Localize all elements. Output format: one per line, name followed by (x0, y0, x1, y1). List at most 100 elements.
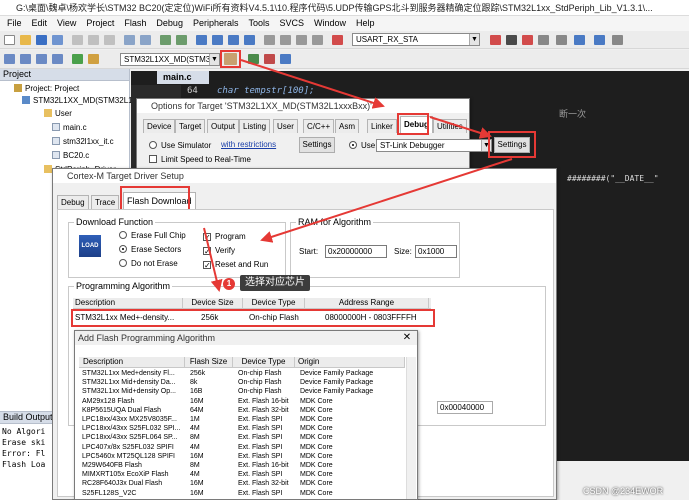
select-packs-icon[interactable] (280, 54, 291, 64)
search-combo[interactable]: USART_RX_STA ▼ (352, 33, 480, 46)
flash-col-origin[interactable]: Origin (295, 357, 405, 367)
batch-build-icon[interactable] (52, 54, 63, 64)
tree-item-bc20-c[interactable]: BC20.c (52, 151, 89, 161)
menu-project[interactable]: Project (81, 16, 119, 31)
tab-listing[interactable]: Listing (239, 119, 271, 133)
uncomment-icon[interactable] (312, 35, 323, 45)
flash-table-row[interactable]: RC28F640J3x Dual Flash 16M Ext. Flash 32-b… (80, 479, 404, 488)
save-all-icon[interactable] (52, 35, 63, 45)
tab-user[interactable]: User (273, 119, 298, 133)
close-icon[interactable]: ✕ (401, 332, 413, 344)
outdent-icon[interactable] (280, 35, 291, 45)
program-check[interactable]: ✓ Program (203, 232, 246, 242)
menu-flash[interactable]: Flash (119, 16, 151, 31)
nav-back-icon[interactable] (160, 35, 171, 45)
flash-table-row[interactable]: STM32L1xx Mid+density Op... 16B On-chip Fl… (80, 387, 404, 396)
bookmark-next-icon[interactable] (228, 35, 239, 45)
insert-breakpoint-icon[interactable] (538, 35, 549, 45)
menu-svcs[interactable]: SVCS (275, 16, 310, 31)
menu-help[interactable]: Help (351, 16, 380, 31)
flash-table-scrollbar[interactable] (406, 357, 416, 499)
flash-table-row[interactable]: LPC5460x MT25QL128 SPIFI 16M Ext. Flash SP… (80, 452, 404, 461)
manage-components-icon[interactable] (248, 54, 259, 64)
bookmark-clear-icon[interactable] (244, 35, 255, 45)
comment-icon[interactable] (296, 35, 307, 45)
chevron-down-icon[interactable]: ▼ (469, 34, 479, 45)
menu-tools[interactable]: Tools (243, 16, 274, 31)
settings-button-left[interactable]: Settings (299, 137, 335, 153)
flash-table-row[interactable]: M29W640FB Flash 8M Ext. Flash 16-bit MDK Co… (80, 461, 404, 470)
target-combo[interactable]: STM32L1XX_MD(STM32L1 ▼ (120, 53, 220, 66)
window-config-icon[interactable] (574, 35, 585, 45)
nav-forward-icon[interactable] (176, 35, 187, 45)
find-icon[interactable] (490, 35, 501, 45)
flash-table-row[interactable]: S25FL128S_V2C 16M Ext. Flash SPI MDK Core (80, 489, 404, 498)
new-file-icon[interactable] (4, 35, 15, 45)
ram-size-input[interactable]: 0x1000 (415, 245, 457, 258)
translate-icon[interactable] (4, 54, 15, 64)
flash-table-row[interactable]: LPC407x/8x S25FL032 SPIFI 4M Ext. Flash SP… (80, 443, 404, 452)
flash-table-row[interactable]: K8P5615UQA Dual Flash 64M Ext. Flash 32-bi… (80, 406, 404, 415)
flash-table-row[interactable]: STM32L1xx Mid+density Da... 8k On-chip Fla… (80, 378, 404, 387)
flash-col-size[interactable]: Flash Size (185, 357, 233, 367)
col-device-type[interactable]: Device Type (243, 298, 305, 308)
enable-breakpoint-icon[interactable] (556, 35, 567, 45)
use-simulator-radio[interactable]: Use Simulator (149, 141, 211, 151)
tab-linker[interactable]: Linker (367, 119, 397, 133)
chevron-down-icon[interactable]: ▼ (209, 54, 219, 65)
bookmark-prev-icon[interactable] (212, 35, 223, 45)
menu-file[interactable]: File (2, 16, 27, 31)
with-restrictions-link[interactable]: with restrictions (221, 140, 276, 149)
layout-icon[interactable] (594, 35, 605, 45)
menu-edit[interactable]: Edit (27, 16, 53, 31)
tree-item-project[interactable]: Project: Project (14, 84, 79, 94)
flash-table-row[interactable]: STM32L1xx Med+density Fl... 256k On-chip F… (80, 369, 404, 378)
stop-build-icon[interactable] (88, 54, 99, 64)
undo-icon[interactable] (124, 35, 135, 45)
tree-item-user-folder[interactable]: User (44, 109, 72, 119)
paste-icon[interactable] (104, 35, 115, 45)
use-debugger-radio[interactable]: Use: (349, 141, 377, 151)
flash-table-row[interactable]: LPC18xx/43xx MX25V8035F... 1M Ext. Flash S… (80, 415, 404, 424)
build-icon[interactable] (20, 54, 31, 64)
verify-check[interactable]: ✓ Verify (203, 246, 235, 256)
menu-view[interactable]: View (52, 16, 81, 31)
tab-trace[interactable]: Trace (91, 195, 120, 209)
limit-speed-check[interactable]: Limit Speed to Real-Time (149, 155, 251, 165)
tab-output[interactable]: Output (207, 119, 240, 133)
tree-item-target[interactable]: STM32L1XX_MD(STM32L1... (22, 96, 139, 106)
debug-start-icon[interactable] (522, 35, 533, 45)
flash-col-type[interactable]: Device Type (233, 357, 295, 367)
flash-table-row[interactable]: AM29x128 Flash 16M Ext. Flash 16-bit MDK Co… (80, 397, 404, 406)
cut-icon[interactable] (72, 35, 83, 45)
download-icon[interactable] (72, 54, 83, 64)
copy-icon[interactable] (88, 35, 99, 45)
menu-window[interactable]: Window (309, 16, 351, 31)
debugger-select[interactable]: ST-Link Debugger ▼ (376, 139, 492, 152)
save-icon[interactable] (36, 35, 47, 45)
bookmark-icon[interactable] (196, 35, 207, 45)
erase-full-chip-radio[interactable]: Erase Full Chip (119, 231, 186, 241)
tools-icon[interactable] (612, 35, 623, 45)
tab-cortex-debug[interactable]: Debug (57, 195, 89, 209)
col-address-range[interactable]: Address Range (305, 298, 429, 308)
indent-icon[interactable] (264, 35, 275, 45)
col-device-size[interactable]: Device Size (183, 298, 243, 308)
open-folder-icon[interactable] (20, 35, 31, 45)
reset-and-run-check[interactable]: ✓ Reset and Run (203, 260, 268, 270)
tab-device[interactable]: Device (143, 119, 176, 133)
tab-utilities[interactable]: Utilities (433, 119, 467, 133)
menu-debug[interactable]: Debug (151, 16, 188, 31)
algo-size-field[interactable]: 0x00040000 (437, 401, 493, 414)
tab-asm[interactable]: Asm (335, 119, 359, 133)
flash-table-row[interactable]: MIMXRT105x EcoXiP Flash 4M Ext. Flash SPI M… (80, 470, 404, 479)
flash-table-row[interactable]: LPC18xx/43xx S25FL032 SPI... 4M Ext. Flash… (80, 424, 404, 433)
find-in-files-icon[interactable] (332, 35, 343, 45)
col-description[interactable]: Description (73, 298, 183, 308)
flash-col-description[interactable]: Description (79, 357, 185, 367)
editor-tab-main-c[interactable]: main.c (157, 71, 209, 84)
do-not-erase-radio[interactable]: Do not Erase (119, 259, 178, 269)
redo-icon[interactable] (140, 35, 151, 45)
ram-start-input[interactable]: 0x20000000 (325, 245, 387, 258)
tab-target[interactable]: Target (175, 119, 206, 133)
